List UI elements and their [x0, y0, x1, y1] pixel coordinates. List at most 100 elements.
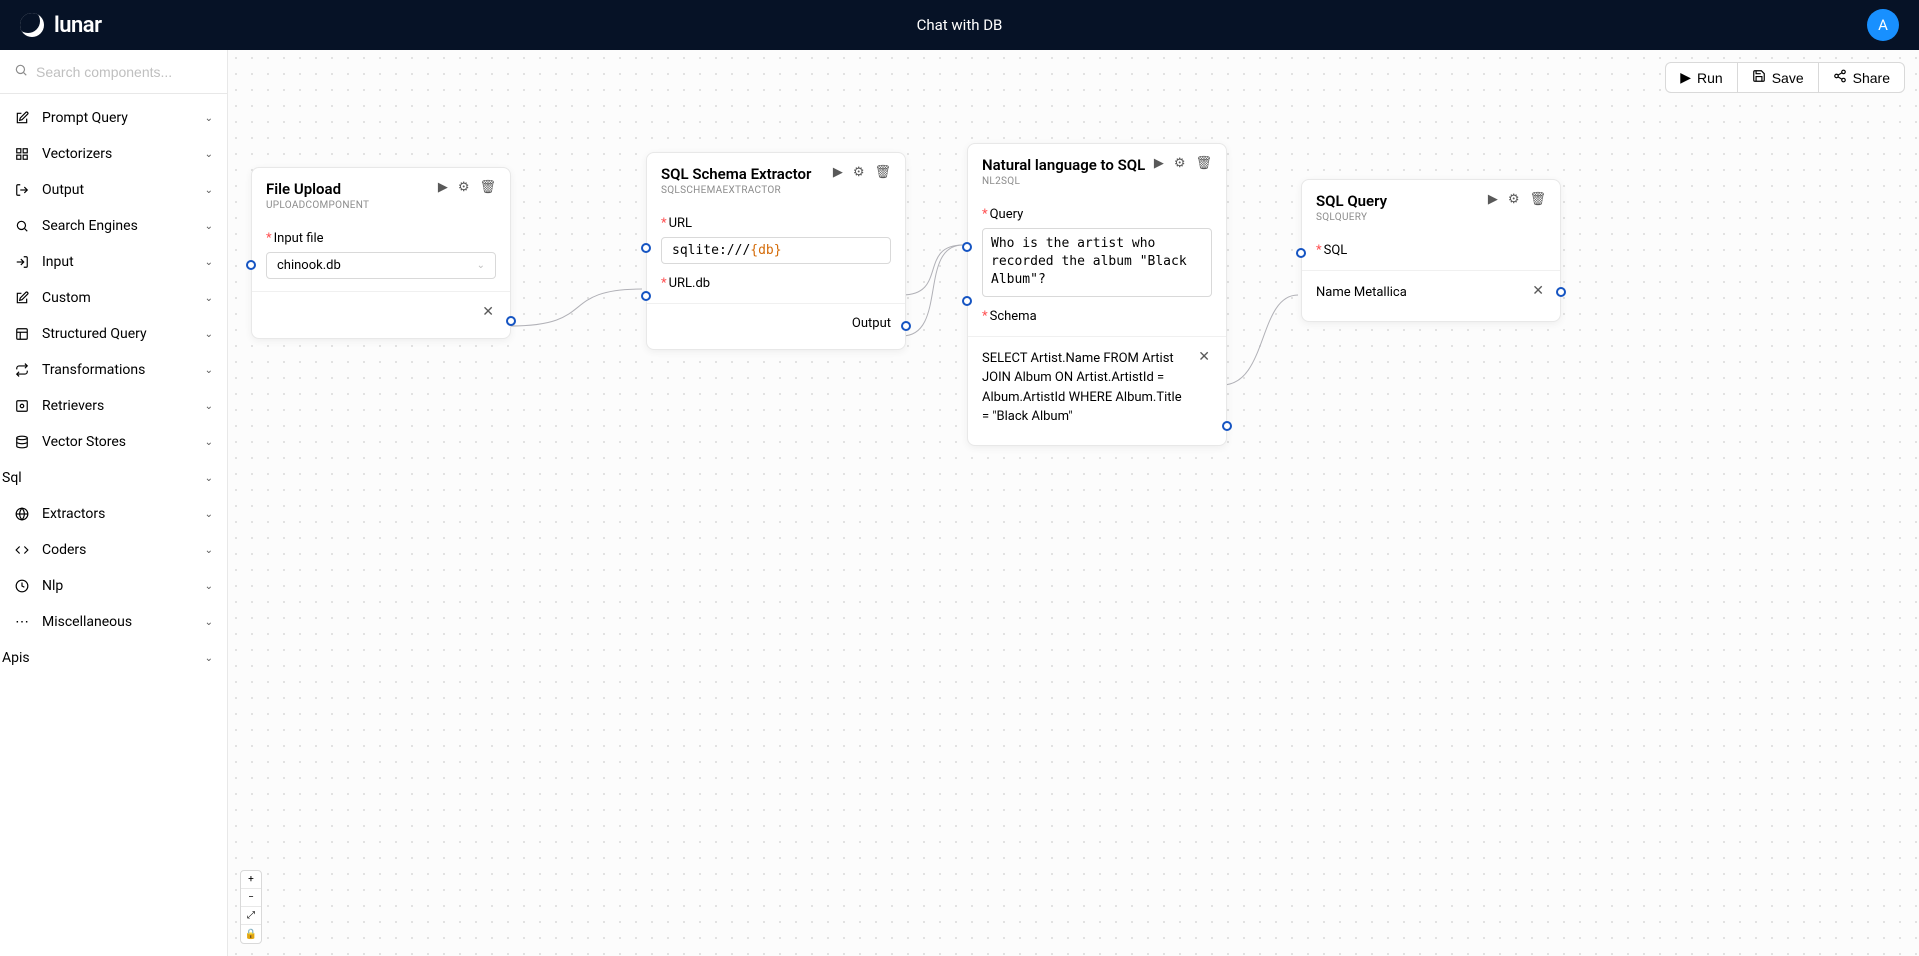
- play-icon[interactable]: ▶: [833, 165, 843, 180]
- trash-icon[interactable]: 🗑: [1195, 156, 1212, 171]
- fit-view-button[interactable]: ⤢: [241, 907, 261, 925]
- zoom-controls: + − ⤢ 🔒: [240, 870, 262, 944]
- port-output[interactable]: [901, 321, 911, 331]
- result-text: Name Metallica: [1316, 283, 1522, 303]
- port-output[interactable]: [1556, 287, 1566, 297]
- page-title: Chat with DB: [917, 16, 1003, 34]
- close-icon[interactable]: ✕: [1196, 349, 1212, 365]
- trash-icon[interactable]: 🗑: [874, 165, 891, 180]
- edit-icon: [14, 111, 30, 125]
- port-output[interactable]: [506, 316, 516, 326]
- query-textarea[interactable]: Who is the artist who recorded the album…: [982, 228, 1212, 297]
- sidebar-item-vector-stores[interactable]: Vector Stores ⌄: [0, 424, 227, 460]
- gear-icon[interactable]: ⚙: [458, 180, 470, 195]
- trash-icon[interactable]: 🗑: [479, 180, 496, 195]
- sidebar-item-transformations[interactable]: Transformations ⌄: [0, 352, 227, 388]
- sidebar-item-nlp[interactable]: Nlp ⌄: [0, 568, 227, 604]
- node-sql-query[interactable]: SQL Query SQLQUERY ▶ ⚙ 🗑 *SQL Name Metal…: [1301, 179, 1561, 322]
- sidebar-item-vectorizers[interactable]: Vectorizers ⌄: [0, 136, 227, 172]
- close-icon[interactable]: ✕: [1530, 283, 1546, 299]
- sidebar-item-miscellaneous[interactable]: ⋯ Miscellaneous ⌄: [0, 604, 227, 640]
- zoom-in-button[interactable]: +: [241, 871, 261, 889]
- url-input[interactable]: sqlite:///{db}: [661, 237, 891, 264]
- sidebar-item-label: Search Engines: [42, 218, 193, 234]
- sidebar-list: Prompt Query ⌄ Vectorizers ⌄ Output ⌄ Se…: [0, 94, 227, 956]
- port-sql-input[interactable]: [1296, 248, 1306, 258]
- chevron-down-icon: ⌄: [205, 581, 213, 592]
- field-label: *Schema: [982, 309, 1212, 324]
- sidebar-item-input[interactable]: Input ⌄: [0, 244, 227, 280]
- code-icon: [14, 543, 30, 557]
- search-input[interactable]: [36, 64, 217, 80]
- close-icon[interactable]: ✕: [480, 304, 496, 320]
- brand-logo: lunar: [20, 13, 102, 38]
- sidebar-item-label: Extractors: [42, 506, 193, 522]
- save-button[interactable]: Save: [1737, 62, 1818, 93]
- sidebar-item-prompt-query[interactable]: Prompt Query ⌄: [0, 100, 227, 136]
- gear-icon[interactable]: ⚙: [1508, 192, 1520, 207]
- output-label: Output: [661, 312, 891, 335]
- chevron-down-icon: ⌄: [205, 113, 213, 124]
- play-icon[interactable]: ▶: [1488, 192, 1498, 207]
- port-output[interactable]: [1222, 421, 1232, 431]
- sidebar-item-retrievers[interactable]: Retrievers ⌄: [0, 388, 227, 424]
- flow-canvas[interactable]: ▶ Run Save Share File Upload UPL: [228, 50, 1919, 956]
- run-button[interactable]: ▶ Run: [1665, 62, 1736, 93]
- sidebar-item-custom[interactable]: Custom ⌄: [0, 280, 227, 316]
- port-query-input[interactable]: [962, 242, 972, 252]
- sidebar-item-extractors[interactable]: Extractors ⌄: [0, 496, 227, 532]
- share-button[interactable]: Share: [1818, 62, 1905, 93]
- node-title: SQL Query: [1316, 192, 1488, 210]
- chevron-down-icon: ⌄: [205, 185, 213, 196]
- search-icon: [14, 219, 30, 233]
- trash-icon[interactable]: 🗑: [1529, 192, 1546, 207]
- edit-icon: [14, 291, 30, 305]
- sidebar-item-label: Miscellaneous: [42, 614, 193, 630]
- sidebar-item-label: Custom: [42, 290, 193, 306]
- chevron-down-icon: ⌄: [477, 260, 485, 271]
- sidebar-item-coders[interactable]: Coders ⌄: [0, 532, 227, 568]
- brand-name: lunar: [54, 13, 102, 38]
- lock-button[interactable]: 🔒: [241, 925, 261, 943]
- field-label: *URL.db: [661, 276, 891, 291]
- field-label: *Input file: [266, 231, 496, 246]
- chevron-down-icon: ⌄: [205, 257, 213, 268]
- chevron-down-icon: ⌄: [205, 149, 213, 160]
- node-file-upload[interactable]: File Upload UPLOADCOMPONENT ▶ ⚙ 🗑 *Input…: [251, 167, 511, 339]
- node-sql-schema-extractor[interactable]: SQL Schema Extractor SQLSCHEMAEXTRACTOR …: [646, 152, 906, 350]
- node-nl2sql[interactable]: Natural language to SQL NL2SQL ▶ ⚙ 🗑 *Qu…: [967, 143, 1227, 446]
- avatar[interactable]: A: [1867, 9, 1899, 41]
- port-urldb-input[interactable]: [641, 291, 651, 301]
- zoom-out-button[interactable]: −: [241, 889, 261, 907]
- save-label: Save: [1772, 70, 1804, 86]
- port-schema-input[interactable]: [962, 296, 972, 306]
- sidebar-item-structured-query[interactable]: Structured Query ⌄: [0, 316, 227, 352]
- sidebar-item-label: Nlp: [42, 578, 193, 594]
- sidebar-item-search-engines[interactable]: Search Engines ⌄: [0, 208, 227, 244]
- chevron-down-icon: ⌄: [205, 221, 213, 232]
- input-icon: [14, 255, 30, 269]
- sidebar-item-label: Transformations: [42, 362, 193, 378]
- input-file-select[interactable]: chinook.db ⌄: [266, 252, 496, 279]
- gear-icon[interactable]: ⚙: [853, 165, 865, 180]
- field-label: *Query: [982, 207, 1212, 222]
- chevron-down-icon: ⌄: [205, 293, 213, 304]
- play-icon[interactable]: ▶: [1154, 156, 1164, 171]
- play-icon[interactable]: ▶: [438, 180, 448, 195]
- field-label: *SQL: [1316, 243, 1546, 258]
- sidebar-item-sql[interactable]: Sql ⌄: [0, 460, 227, 496]
- sidebar-item-output[interactable]: Output ⌄: [0, 172, 227, 208]
- sidebar-item-label: Retrievers: [42, 398, 193, 414]
- output-icon: [14, 183, 30, 197]
- globe-icon: [14, 507, 30, 521]
- logo-icon: [20, 13, 44, 37]
- gear-icon[interactable]: ⚙: [1174, 156, 1186, 171]
- port-url-input[interactable]: [641, 243, 651, 253]
- chevron-down-icon: ⌄: [205, 509, 213, 520]
- chevron-down-icon: ⌄: [205, 401, 213, 412]
- node-title: Natural language to SQL: [982, 156, 1154, 174]
- node-subtitle: NL2SQL: [982, 176, 1154, 187]
- sidebar-item-apis[interactable]: Apis ⌄: [0, 640, 227, 676]
- search-icon: [14, 63, 28, 81]
- port-input[interactable]: [246, 260, 256, 270]
